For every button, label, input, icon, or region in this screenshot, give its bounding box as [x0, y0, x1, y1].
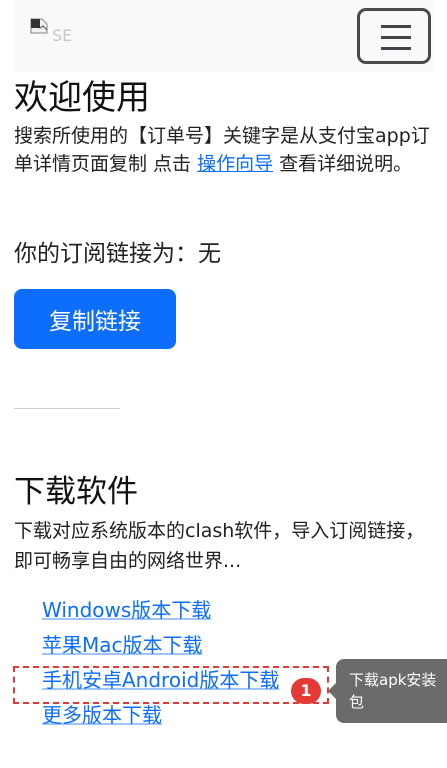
download-links-list: Windows版本下载 苹果Mac版本下载 手机安卓Android版本下载 更多…: [42, 596, 279, 736]
step-badge: 1: [291, 678, 321, 704]
navbar: SE: [14, 0, 433, 72]
brand-logo[interactable]: SE: [30, 18, 84, 48]
tooltip: 下载apk安装包: [328, 659, 447, 723]
list-item: 苹果Mac版本下载: [42, 631, 279, 666]
brand-alt-text: SE: [52, 26, 73, 45]
broken-image-icon: [30, 18, 48, 34]
list-item: 更多版本下载: [42, 701, 279, 736]
more-versions-download-link[interactable]: 更多版本下载: [42, 703, 162, 727]
divider: [14, 408, 120, 409]
list-item: Windows版本下载: [42, 596, 279, 631]
navbar-toggler-button[interactable]: [357, 8, 431, 64]
mac-download-link[interactable]: 苹果Mac版本下载: [42, 633, 203, 657]
windows-download-link[interactable]: Windows版本下载: [42, 598, 211, 622]
download-section-title: 下载软件: [14, 474, 138, 510]
intro-text-after: 查看详细说明。: [273, 153, 413, 175]
list-item: 手机安卓Android版本下载: [42, 666, 279, 701]
android-download-link[interactable]: 手机安卓Android版本下载: [42, 668, 279, 692]
guide-link[interactable]: 操作向导: [197, 153, 273, 175]
intro-text: 搜索所使用的【订单号】关键字是从支付宝app订单详情页面复制 点击 操作向导 查…: [14, 122, 434, 178]
page-title: 欢迎使用: [14, 78, 150, 118]
copy-link-button[interactable]: 复制链接: [14, 289, 176, 349]
download-description: 下载对应系统版本的clash软件，导入订阅链接，即可畅享自由的网络世界...: [14, 520, 425, 572]
subscription-link-label: 你的订阅链接为：无: [14, 241, 221, 267]
